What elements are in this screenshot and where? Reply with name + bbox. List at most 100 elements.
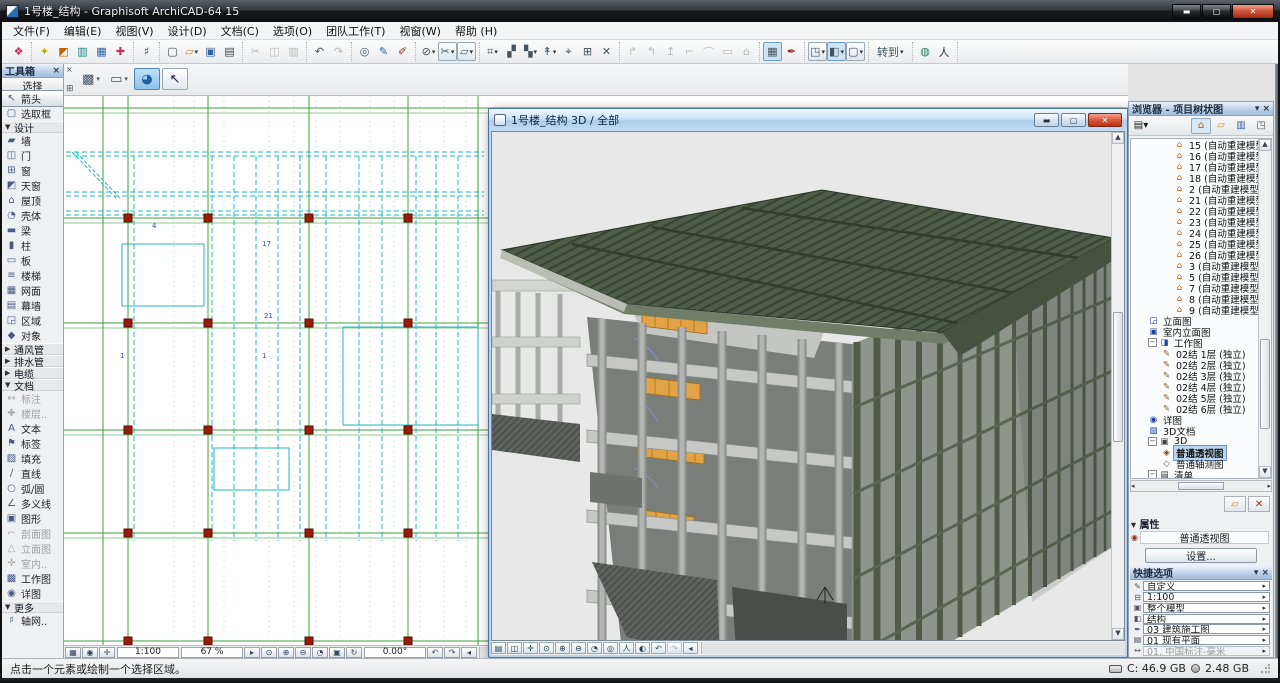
titlebar[interactable]: 1号楼_结构 - Graphisoft ArchiCAD-64 15 ▬▢✕: [0, 0, 1280, 22]
resize-grip[interactable]: [1260, 664, 1270, 674]
snap-grid-icon[interactable]: ⌗▾: [483, 42, 502, 61]
tree-item[interactable]: ✎02结 6层 (独立): [1131, 403, 1258, 414]
expander-icon[interactable]: −: [1148, 437, 1157, 446]
tree-horizontal-scrollbar[interactable]: ◂ ▸: [1130, 480, 1272, 492]
3d-window[interactable]: 1号楼_结构 3D / 全部 ▬▢✕: [488, 108, 1128, 658]
find-select-icon[interactable]: ◎: [355, 42, 374, 61]
quick-option-row[interactable]: ✒03 建筑施工图▸: [1130, 624, 1272, 635]
guide-lines-icon[interactable]: ▞: [502, 42, 521, 61]
scale-field[interactable]: 1:100: [117, 647, 179, 658]
navigator-tab-publisher[interactable]: ◳: [1251, 118, 1271, 134]
zoom-percent-field[interactable]: 67 %: [181, 647, 243, 658]
tool-level-dimension[interactable]: ✚楼层..: [2, 406, 63, 421]
cut-icon[interactable]: ✂: [246, 42, 265, 61]
tool-door[interactable]: ◫门: [2, 148, 63, 163]
goto-dropdown[interactable]: 转到▾: [872, 42, 909, 61]
3d-vscroll-thumb[interactable]: [1113, 312, 1123, 442]
menu-9[interactable]: 帮助 (H): [448, 22, 504, 40]
zoom-previous-icon[interactable]: ↶: [651, 642, 666, 654]
properties-section-header[interactable]: ▾ 属性: [1131, 516, 1160, 531]
quick-option-row[interactable]: ▤01 现有平面▸: [1130, 635, 1272, 646]
scroll-down-icon[interactable]: ▼: [1259, 466, 1271, 478]
marquee-settings-icon[interactable]: ▩▾: [78, 68, 104, 90]
tree-item[interactable]: ⌂9 (自动重建模型): [1131, 304, 1258, 315]
renovation-icon[interactable]: ✒: [782, 42, 801, 61]
tree-item[interactable]: ▧3D文档: [1131, 425, 1258, 436]
quick-options-collapse-icon[interactable]: ▾: [1254, 568, 1259, 578]
save-file-icon[interactable]: ▣: [201, 42, 220, 61]
tool-arrow[interactable]: ↖箭头: [2, 91, 63, 106]
selection-method-icon[interactable]: ▭▾: [106, 68, 132, 90]
toolbox-toggle-icon[interactable]: ✦: [35, 42, 54, 61]
tree-hscroll-thumb[interactable]: [1178, 482, 1224, 490]
redo-icon[interactable]: ↷: [329, 42, 348, 61]
zoom-previous-icon[interactable]: ↶: [427, 647, 443, 658]
menu-2[interactable]: 编辑(E): [57, 22, 109, 40]
quick-option-value[interactable]: 1:100▸: [1143, 592, 1270, 602]
tool-section[interactable]: ⌐剖面图: [2, 526, 63, 541]
3d-horizontal-scrollbar[interactable]: [701, 642, 1125, 654]
elevate-icon[interactable]: ⌂: [737, 42, 756, 61]
tool-roof[interactable]: ⌂屋顶: [2, 193, 63, 208]
undo-icon[interactable]: ↶: [310, 42, 329, 61]
preview-mode-icon[interactable]: ▦: [65, 647, 81, 658]
menu-8[interactable]: 视窗(W): [392, 22, 447, 40]
tool-beam[interactable]: ▬梁: [2, 223, 63, 238]
navigator-close-icon[interactable]: ×: [1262, 104, 1270, 114]
zoom-step-icon[interactable]: ▸: [244, 647, 260, 658]
zoom-range-icon[interactable]: ⊙: [539, 642, 554, 654]
cutting-planes-icon[interactable]: ✂▾: [438, 42, 457, 61]
expander-icon[interactable]: −: [1148, 338, 1157, 347]
zoom-out-icon[interactable]: ⊖: [295, 647, 311, 658]
element-snap-icon[interactable]: ⌖: [559, 42, 578, 61]
rotation-angle-field[interactable]: 0.00°: [364, 647, 426, 658]
zoom-to-selection-icon[interactable]: ◫: [507, 642, 522, 654]
toolbox-close-icon[interactable]: ×: [52, 66, 60, 76]
suspend-groups-icon[interactable]: ⊘▾: [419, 42, 438, 61]
tool-worksheet[interactable]: ▩工作图: [2, 571, 63, 586]
new-file-icon[interactable]: ▢: [163, 42, 182, 61]
tool-grid-element[interactable]: ♯轴网..: [2, 613, 63, 628]
scroll-left-icon[interactable]: ◂: [1131, 482, 1135, 490]
rotate-icon[interactable]: ↰: [642, 42, 661, 61]
gravity-icon[interactable]: ↟▾: [540, 42, 559, 61]
tool-figure[interactable]: ▣图形: [2, 511, 63, 526]
pan-mode-icon[interactable]: ✛: [99, 647, 115, 658]
navigator-header[interactable]: 浏览器 - 项目树状图 ▾ ×: [1129, 102, 1273, 116]
3d-minimize-button[interactable]: ▬: [1034, 113, 1059, 127]
walk-icon[interactable]: 人: [619, 642, 634, 654]
drag-icon[interactable]: ↱: [623, 42, 642, 61]
toolbox-group-more[interactable]: ▼更多: [2, 601, 63, 613]
quick-option-value[interactable]: 01 现有平面▸: [1143, 635, 1270, 645]
fit-in-window-icon[interactable]: ▤: [491, 642, 506, 654]
coordinates-icon[interactable]: ⊞: [578, 42, 597, 61]
tool-wall[interactable]: ▰墙: [2, 133, 63, 148]
3d-vertical-scrollbar[interactable]: ▲ ▼: [1111, 132, 1124, 640]
arrow-cursor-icon[interactable]: ↖: [162, 68, 188, 90]
tool-elevation[interactable]: △立面图: [2, 541, 63, 556]
tool-label[interactable]: ⚑标签: [2, 436, 63, 451]
quick-option-value[interactable]: 自定义▸: [1143, 581, 1270, 591]
tree-item[interactable]: −▤清单: [1131, 469, 1258, 478]
zoom-range-icon[interactable]: ⊙: [261, 647, 277, 658]
tool-zone[interactable]: ◲区域: [2, 313, 63, 328]
pick-up-parameters-icon[interactable]: ✎: [374, 42, 393, 61]
expander-icon[interactable]: −: [1148, 470, 1157, 478]
pan-icon[interactable]: ✛: [523, 642, 538, 654]
quick-layers-icon[interactable]: ▦: [763, 42, 782, 61]
quick-selection-icon[interactable]: ◕: [134, 68, 160, 90]
tool-column[interactable]: ▮柱: [2, 238, 63, 253]
virtual-trace-icon[interactable]: ▱▾: [457, 42, 476, 61]
organizer-toggle-icon[interactable]: ▦: [92, 42, 111, 61]
fillet-icon[interactable]: ⌒: [699, 42, 718, 61]
quick-option-value[interactable]: 01. 中国标注-毫米▸: [1143, 646, 1270, 656]
zoom-next-icon[interactable]: ↷: [667, 642, 682, 654]
view-preset-icon[interactable]: ◧▾: [827, 42, 846, 61]
quick-option-row[interactable]: ▣整个模型▸: [1130, 602, 1272, 613]
copy-icon[interactable]: ◫: [265, 42, 284, 61]
quick-options-header[interactable]: 快捷选项 ▾ ×: [1130, 566, 1272, 580]
infobox-close-icon[interactable]: ×: [66, 65, 73, 74]
maximize-button[interactable]: ▢: [1202, 4, 1231, 19]
toolbox-group-document[interactable]: ▼文档: [2, 379, 63, 391]
window-preset-icon[interactable]: ▢▾: [846, 42, 865, 61]
